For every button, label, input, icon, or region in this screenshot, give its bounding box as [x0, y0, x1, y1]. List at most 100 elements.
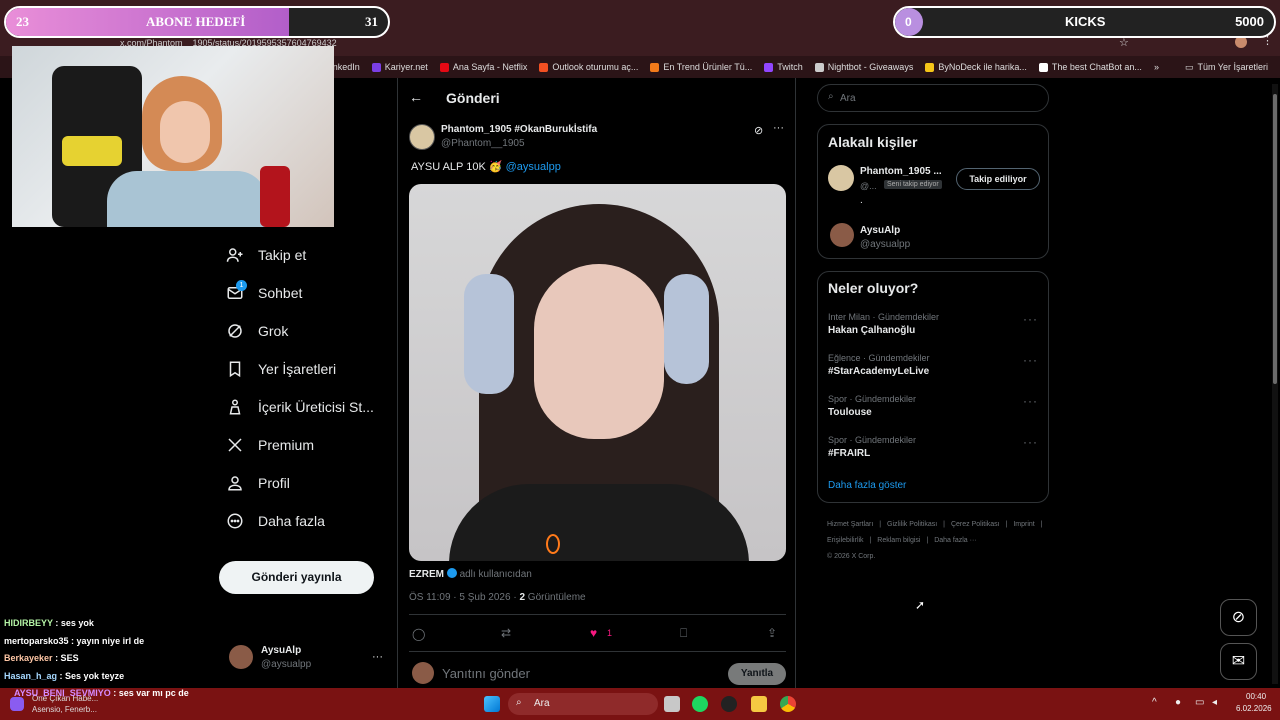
show-more-link[interactable]: Daha fazla göster	[828, 480, 906, 491]
post-button[interactable]: Gönderi yayınla	[219, 561, 374, 594]
scrollbar[interactable]	[1272, 84, 1278, 684]
more-icon[interactable]: ···	[773, 122, 784, 134]
reply-icon[interactable]: ◯	[412, 627, 425, 641]
footer-link[interactable]: Çerez Politikası	[951, 521, 1000, 528]
bookmark-label: Outlook oturumu aç...	[552, 62, 639, 72]
trend-name: #StarAcademyLeLive	[828, 366, 930, 377]
nav-bookmarks[interactable]: Yer İşaretleri	[226, 350, 396, 388]
footer-sep: |	[1005, 521, 1008, 528]
more-icon[interactable]: ···	[1023, 435, 1038, 449]
nav-creator-studio[interactable]: İçerik Üreticisi St...	[226, 388, 396, 426]
spotify-icon[interactable]	[692, 696, 708, 712]
post-media[interactable]	[409, 184, 786, 561]
bookmark-item[interactable]: Outlook oturumu aç...	[539, 62, 638, 72]
bookmark-item[interactable]: Nightbot - Giveaways	[814, 62, 913, 72]
back-arrow-icon[interactable]: ←	[409, 89, 423, 105]
scrollbar-thumb[interactable]	[1273, 94, 1277, 384]
grok-fab[interactable]: ⊘	[1220, 599, 1257, 636]
post-time[interactable]: ÖS 11:09 · 5 Şub 2026 ·	[409, 592, 517, 603]
task-view-icon[interactable]	[664, 696, 680, 712]
bookmark-item[interactable]: ByNoDeck ile harika...	[925, 62, 1027, 72]
bookmark-favicon	[439, 62, 449, 72]
bookmark-item[interactable]: Twitch	[764, 62, 803, 72]
trend-category: Eğlence · Gündemdekiler	[828, 353, 930, 363]
footer-sep: |	[869, 537, 872, 544]
following-button[interactable]: Takip ediliyor	[956, 168, 1040, 190]
person-name[interactable]: AysuAlp	[860, 225, 900, 236]
search-icon: ⌕	[516, 697, 522, 708]
footer-link[interactable]: Gizlilik Politikası	[887, 521, 937, 528]
author-handle[interactable]: @Phantom__1905	[441, 138, 525, 149]
footer-link[interactable]: Erişilebilirlik	[827, 537, 864, 544]
network-icon[interactable]: ▭	[1195, 697, 1204, 708]
trend-item[interactable]: Eğlence · Gündemdekiler #StarAcademyLeLiv…	[828, 353, 1038, 377]
nav-badge: 1	[236, 280, 247, 291]
bookmark-item[interactable]: Ana Sayfa - Netflix	[439, 62, 527, 72]
windows-start-icon[interactable]	[484, 696, 500, 712]
post-text-body: AYSU ALP 10K 🥳	[411, 161, 503, 173]
nav-messages[interactable]: 1 Sohbet	[226, 274, 396, 312]
caption-user[interactable]: EZREM	[409, 569, 444, 580]
bookmark-icon[interactable]: ⎕	[680, 626, 687, 641]
person-handle: @...	[860, 181, 877, 191]
search-box[interactable]: ⌕ Ara	[817, 84, 1049, 112]
nav-label: Yer İşaretleri	[258, 361, 337, 377]
trend-category: Spor · Gündemdekiler	[828, 394, 917, 404]
bookmark-item[interactable]: The best ChatBot an...	[1038, 62, 1142, 72]
tray-chevron-icon[interactable]: ^	[1152, 697, 1157, 708]
chat-user: HIDIRBEYY	[4, 618, 53, 628]
nav-grok[interactable]: Grok	[226, 312, 396, 350]
person-name[interactable]: Phantom_1905 ...	[860, 166, 942, 177]
nav-premium[interactable]: Premium	[226, 426, 396, 464]
bookmark-item[interactable]: En Trend Ürünler Tü...	[650, 62, 752, 72]
nav-more[interactable]: Daha fazla	[226, 502, 396, 540]
copyright: © 2026 X Corp.	[827, 553, 876, 560]
file-explorer-icon[interactable]	[751, 696, 767, 712]
more-icon[interactable]: ···	[1023, 394, 1038, 408]
more-icon[interactable]: ···	[1023, 312, 1038, 326]
trend-category: Spor · Gündemdekiler	[828, 435, 917, 445]
bookmark-item[interactable]: Kariyer.net	[371, 62, 428, 72]
mic-icon[interactable]: ●	[1175, 697, 1181, 708]
nav-profile[interactable]: Profil	[226, 464, 396, 502]
nav-follow[interactable]: Takip et	[226, 236, 396, 274]
footer-link[interactable]: Hizmet Şartları	[827, 521, 873, 528]
trend-item[interactable]: Inter Milan · Gündemdekiler Hakan Çalhano…	[828, 312, 1038, 336]
messages-fab[interactable]: ✉	[1220, 643, 1257, 680]
reply-input[interactable]: Yanıtını gönder	[442, 666, 530, 681]
author-name[interactable]: Phantom_1905 #OkanBurukİstifa	[441, 124, 597, 135]
grok-icon[interactable]: ⊘	[754, 124, 763, 137]
volume-icon[interactable]: ◂	[1212, 697, 1217, 708]
more-icon[interactable]: ···	[1023, 353, 1038, 367]
bookmark-label: Twitch	[777, 62, 803, 72]
bookmark-label: Kariyer.net	[384, 62, 428, 72]
avatar[interactable]	[828, 165, 854, 191]
more-icon[interactable]: ···	[372, 651, 383, 663]
chrome-icon[interactable]	[780, 696, 796, 712]
author-avatar[interactable]	[409, 124, 435, 150]
trend-item[interactable]: Spor · Gündemdekiler #FRAIRL	[828, 435, 1038, 459]
nav-label: Takip et	[258, 247, 307, 263]
footer-sep: |	[1040, 521, 1043, 528]
footer-link[interactable]: Reklam bilgisi	[877, 537, 920, 544]
shirt	[449, 484, 749, 561]
clock-date[interactable]: 6.02.2026	[1236, 704, 1272, 713]
mouse-cursor: ➚	[915, 598, 926, 612]
share-icon[interactable]: ⇪	[767, 626, 777, 640]
mention-link[interactable]: @aysualpp	[506, 161, 561, 173]
like-icon[interactable]: ♥	[590, 626, 597, 640]
caption-rest: adlı kullanıcıdan	[459, 569, 532, 580]
footer-link[interactable]: Daha fazla ···	[934, 537, 976, 544]
repost-icon[interactable]: ⇄	[501, 626, 511, 640]
avatar[interactable]	[830, 223, 854, 247]
reply-button[interactable]: Yanıtla	[728, 663, 786, 685]
x-icon	[228, 438, 242, 452]
bookmarks-overflow-button[interactable]: »	[1154, 62, 1159, 72]
footer-link[interactable]: Imprint	[1013, 521, 1034, 528]
trend-item[interactable]: Spor · Gündemdekiler Toulouse	[828, 394, 1038, 418]
nav-label: Sohbet	[258, 285, 303, 301]
steam-icon[interactable]	[721, 696, 737, 712]
all-bookmarks-button[interactable]: ▭ Tüm Yer İşaretleri	[1185, 62, 1268, 73]
taskbar-search[interactable]: ⌕ Ara	[508, 693, 658, 715]
clock-time[interactable]: 00:40	[1246, 692, 1266, 701]
